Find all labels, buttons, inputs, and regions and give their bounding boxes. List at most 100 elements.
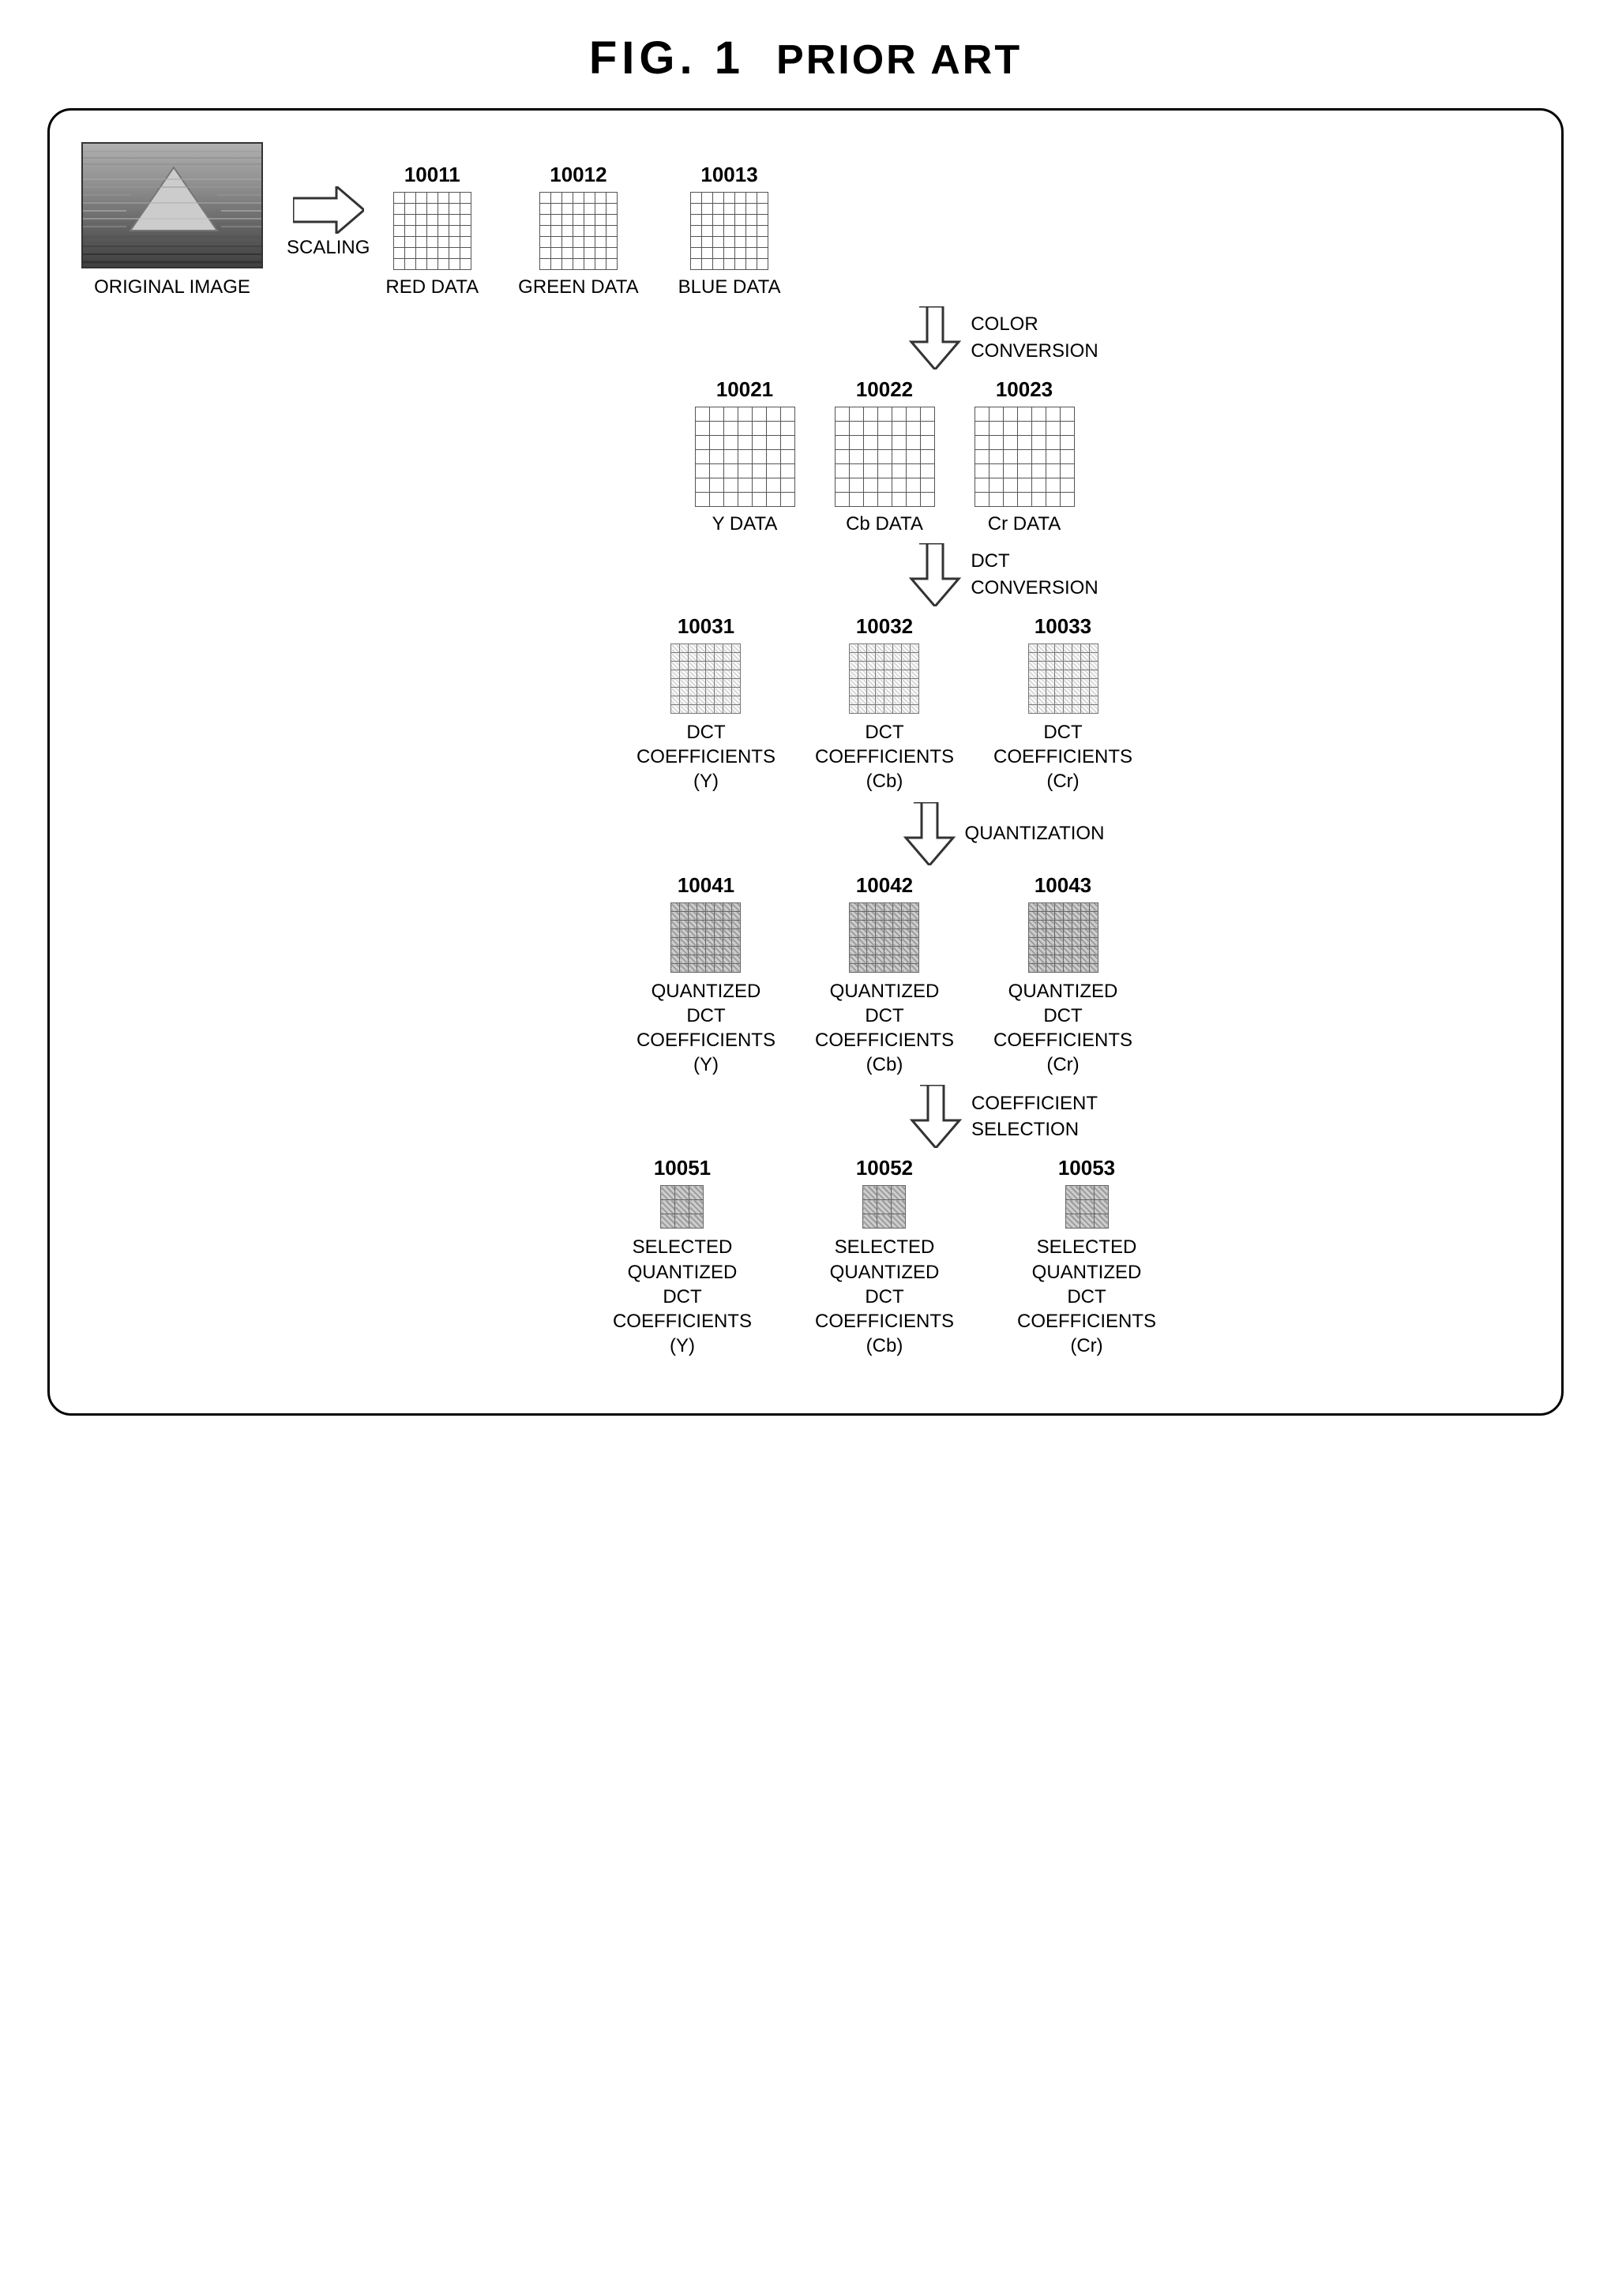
dct-cr-grid <box>1028 643 1098 714</box>
quant-cr-block: 10043 QUANTIZED DCT COEFFICIENTS (Cr) <box>993 873 1132 1078</box>
dct-y-block: 10031 DCT COEFFICIENTS (Y) <box>637 614 775 794</box>
coeff-sel-label: COEFFICIENTSELECTION <box>971 1090 1098 1143</box>
sel-cb-id: 10052 <box>856 1156 913 1180</box>
quant-cb-block: 10042 QUANTIZED DCT COEFFICIENTS (Cb) <box>815 873 954 1078</box>
cb-grid-table <box>835 407 935 507</box>
sel-cb-block: 10052 SELECTED QUANTIZED DCT COEFFICIENT… <box>815 1156 954 1358</box>
original-image-desc: ORIGINAL IMAGE <box>94 276 250 298</box>
cb-grid <box>835 407 935 507</box>
dct-cb-block: 10032 DCT COEFFICIENTS (Cb) <box>815 614 954 794</box>
row1: ORIGINAL IMAGE SCALING 10011 <box>73 142 1538 298</box>
quant-y-block: 10041 QUANTIZED DCT COEFFICIENTS (Y) <box>637 873 775 1078</box>
blue-data-block: 10013 BLUE DATA <box>678 163 781 298</box>
dct-y-id: 10031 <box>678 614 734 639</box>
dct-cr-block: 10033 DCT COEFFICIENTS (Cr) <box>993 614 1132 794</box>
green-grid <box>539 192 618 270</box>
quant-y-desc: QUANTIZED DCT COEFFICIENTS (Y) <box>637 979 775 1078</box>
y-grid <box>695 407 795 507</box>
quant-cr-desc: QUANTIZED DCT COEFFICIENTS (Cr) <box>993 979 1132 1078</box>
page-container: FIG. 1 PRIOR ART <box>47 32 1564 1416</box>
quant-y-grid <box>670 902 741 973</box>
original-image-block: ORIGINAL IMAGE <box>81 142 263 298</box>
y-data-id: 10021 <box>716 377 773 402</box>
quantization-arrow: QUANTIZATION <box>902 802 1105 865</box>
blue-grid <box>690 192 768 270</box>
color-conversion-label: COLORCONVERSION <box>971 311 1098 364</box>
cr-data-block: 10023 Cr DATA <box>974 377 1075 535</box>
sel-y-block: 10051 SELECTED QUANTIZED DCT COEFFICIENT… <box>613 1156 752 1358</box>
outer-border: ORIGINAL IMAGE SCALING 10011 <box>47 108 1564 1416</box>
scaling-arrow-svg <box>293 186 364 234</box>
y-grid-table <box>695 407 795 507</box>
row2: 10021 Y DATA 10022 <box>73 377 1538 535</box>
fig-label: FIG. 1 <box>589 32 745 84</box>
quant-cb-grid-table <box>849 902 919 973</box>
scaling-section: SCALING <box>287 186 370 259</box>
cr-data-id: 10023 <box>996 377 1053 402</box>
green-data-desc: GREEN DATA <box>518 276 638 298</box>
quant-cr-grid <box>1028 902 1098 973</box>
quant-cb-desc: QUANTIZED DCT COEFFICIENTS (Cb) <box>815 979 954 1078</box>
y-data-block: 10021 Y DATA <box>695 377 795 535</box>
dct-cb-grid-table <box>849 643 919 714</box>
green-grid-table <box>539 192 618 270</box>
scaling-label: SCALING <box>287 237 370 259</box>
diagram-container: ORIGINAL IMAGE SCALING 10011 <box>73 142 1538 1366</box>
row3: 10031 DCT COEFFICIENTS (Y) 10032 <box>73 614 1538 794</box>
cb-data-desc: Cb DATA <box>846 513 923 535</box>
sel-cr-block: 10053 SELECTED QUANTIZED DCT COEFFICIENT… <box>1017 1156 1156 1358</box>
blue-grid-table <box>690 192 768 270</box>
row4: 10041 QUANTIZED DCT COEFFICIENTS (Y) <box>73 873 1538 1078</box>
dct-cb-desc: DCT COEFFICIENTS (Cb) <box>815 720 954 794</box>
sel-cr-grid <box>1065 1185 1109 1229</box>
cr-grid-table <box>974 407 1075 507</box>
dct-conversion-arrow: DCTCONVERSION <box>907 543 1098 606</box>
sel-y-id: 10051 <box>654 1156 711 1180</box>
quantization-arrow-section: QUANTIZATION <box>507 802 1105 865</box>
cr-data-desc: Cr DATA <box>988 513 1061 535</box>
dct-cr-grid-table <box>1028 643 1098 714</box>
coeff-sel-arrow-section: COEFFICIENTSELECTION <box>513 1085 1098 1148</box>
quantization-label: QUANTIZATION <box>965 823 1105 845</box>
blue-data-id: 10013 <box>700 163 757 187</box>
quant-cr-grid-table <box>1028 902 1098 973</box>
green-data-id: 10012 <box>550 163 606 187</box>
page-title: FIG. 1 PRIOR ART <box>47 32 1564 84</box>
quant-cr-id: 10043 <box>1035 873 1091 898</box>
red-grid-table <box>393 192 471 270</box>
blue-data-desc: BLUE DATA <box>678 276 781 298</box>
dct-cb-id: 10032 <box>856 614 913 639</box>
quant-y-id: 10041 <box>678 873 734 898</box>
landscape-svg <box>83 144 263 268</box>
cr-grid <box>974 407 1075 507</box>
dct-cr-desc: DCT COEFFICIENTS (Cr) <box>993 720 1132 794</box>
original-image <box>81 142 263 268</box>
red-data-block: 10011 RED DATA <box>385 163 479 298</box>
dct-cb-grid <box>849 643 919 714</box>
down-arrow-color-svg <box>907 306 963 370</box>
dct-conversion-label: DCTCONVERSION <box>971 548 1098 601</box>
sel-cr-desc: SELECTED QUANTIZED DCT COEFFICIENTS (Cr) <box>1017 1235 1156 1358</box>
coeff-sel-arrow: COEFFICIENTSELECTION <box>908 1085 1098 1148</box>
red-data-desc: RED DATA <box>385 276 479 298</box>
prior-art-label: PRIOR ART <box>776 36 1022 84</box>
sel-cb-grid <box>862 1185 906 1229</box>
sel-cb-grid-table <box>862 1185 906 1229</box>
dct-conversion-arrow-section: DCTCONVERSION <box>513 543 1098 606</box>
sel-cb-desc: SELECTED QUANTIZED DCT COEFFICIENTS (Cb) <box>815 1235 954 1358</box>
dct-cr-id: 10033 <box>1035 614 1091 639</box>
red-grid <box>393 192 471 270</box>
sel-y-grid <box>660 1185 704 1229</box>
green-data-block: 10012 GREEN DATA <box>518 163 638 298</box>
color-conversion-arrow-section: COLORCONVERSION <box>374 306 1538 370</box>
dct-y-desc: DCT COEFFICIENTS (Y) <box>637 720 775 794</box>
quant-y-grid-table <box>670 902 741 973</box>
down-arrow-quant-svg <box>902 802 957 865</box>
sel-y-desc: SELECTED QUANTIZED DCT COEFFICIENTS (Y) <box>613 1235 752 1358</box>
down-arrow-dct-svg <box>907 543 963 606</box>
sel-y-grid-table <box>660 1185 704 1229</box>
dct-y-grid-table <box>670 643 741 714</box>
down-arrow-coeff-svg <box>908 1085 963 1148</box>
red-data-id: 10011 <box>404 163 460 187</box>
sel-cr-grid-table <box>1065 1185 1109 1229</box>
